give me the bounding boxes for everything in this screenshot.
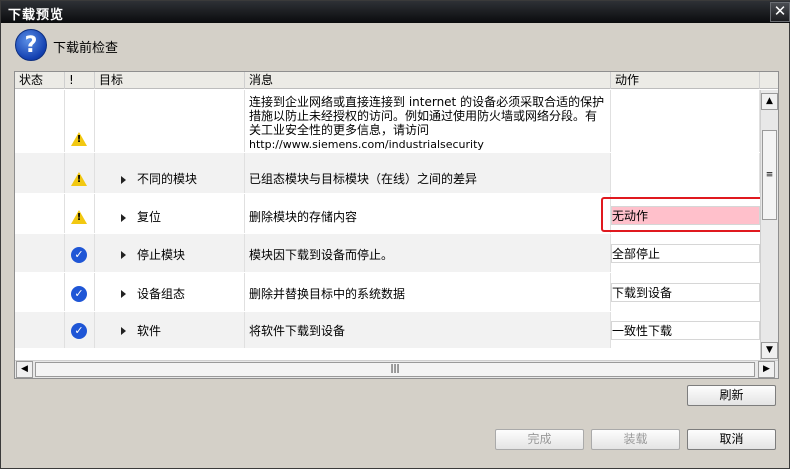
expand-arrow-icon[interactable]: [121, 214, 126, 222]
title-bar: 下载预览 ✕: [1, 1, 790, 23]
expand-arrow-icon[interactable]: [121, 176, 126, 184]
target-label: 停止模块: [137, 248, 186, 262]
window-title: 下载预览: [8, 8, 65, 23]
message-text: 模块因下载到设备而停止。: [249, 248, 394, 262]
download-preview-dialog: 下载预览 ✕ ? 下载前检查 状态 ! 目标 消息 动作 ! 连接到企业网络或直…: [0, 0, 790, 469]
expand-arrow-icon[interactable]: [121, 327, 126, 335]
vertical-scroll-thumb[interactable]: ≡: [762, 130, 777, 220]
column-header-status[interactable]: 状态: [15, 72, 65, 89]
expand-arrow-icon[interactable]: [121, 251, 126, 259]
load-button[interactable]: 装载: [591, 429, 680, 450]
close-icon[interactable]: ✕: [770, 2, 790, 22]
message-text: 将软件下载到设备: [249, 324, 346, 338]
target-label: 软件: [137, 324, 162, 338]
message-text: 已组态模块与目标模块（在线）之间的差异: [249, 172, 478, 186]
finish-button[interactable]: 完成: [495, 429, 584, 450]
warning-icon: !: [71, 132, 87, 146]
action-dropdown[interactable]: 下载到设备: [611, 283, 760, 302]
scroll-up-icon[interactable]: ▲: [761, 93, 778, 110]
message-text: 删除模块的存储内容: [249, 210, 358, 224]
table-row[interactable]: ! 不同的模块 已组态模块与目标模块（在线）之间的差异: [15, 153, 760, 193]
column-header-message[interactable]: 消息: [245, 72, 611, 89]
target-label: 不同的模块: [137, 172, 198, 186]
check-icon: ✓: [71, 323, 87, 339]
check-icon: ✓: [71, 247, 87, 263]
horizontal-scroll-thumb[interactable]: |||: [35, 362, 755, 377]
table-row[interactable]: ! 连接到企业网络或直接连接到 internet 的设备必须采取合适的保护 措施…: [15, 90, 760, 152]
scroll-down-icon[interactable]: ▼: [761, 342, 778, 359]
page-title: 下载前检查: [53, 41, 119, 56]
refresh-button[interactable]: 刷新: [687, 385, 776, 406]
column-header-action[interactable]: 动作: [611, 72, 760, 89]
question-icon: ?: [15, 29, 47, 61]
table-row: [15, 349, 760, 360]
highlight-annotation-box: [601, 197, 766, 232]
horizontal-scrollbar[interactable]: ◀ ||| ▶: [15, 360, 778, 378]
message-text: 删除并替换目标中的系统数据: [249, 287, 406, 301]
message-line: 连接到企业网络或直接连接到 internet 的设备必须采取合适的保护: [249, 95, 605, 109]
action-dropdown[interactable]: 全部停止: [611, 244, 760, 263]
column-header-bang[interactable]: !: [65, 72, 95, 89]
scroll-right-icon[interactable]: ▶: [758, 361, 775, 378]
vertical-scrollbar[interactable]: ▲ ≡ ▼: [760, 90, 778, 360]
target-label: 设备组态: [137, 287, 186, 301]
check-icon: ✓: [71, 286, 87, 302]
cancel-button[interactable]: 取消: [687, 429, 776, 450]
expand-arrow-icon[interactable]: [121, 290, 126, 298]
warning-icon: !: [71, 172, 87, 186]
scroll-left-icon[interactable]: ◀: [16, 361, 33, 378]
check-table: 状态 ! 目标 消息 动作 ! 连接到企业网络或直接连接到 internet 的…: [14, 71, 779, 379]
table-header: 状态 ! 目标 消息 动作: [15, 72, 778, 89]
message-line: 措施以防止未经授权的访问。例如通过使用防火墙或网络分段。有: [249, 109, 598, 123]
warning-icon: !: [71, 210, 87, 224]
column-header-target[interactable]: 目标: [95, 72, 245, 89]
security-link[interactable]: http://www.siemens.com/industrialsecurit…: [249, 137, 484, 152]
message-line: 关工业安全性的更多信息，请访问: [249, 123, 430, 137]
target-label: 复位: [137, 210, 162, 224]
action-dropdown[interactable]: 一致性下载: [611, 321, 760, 340]
